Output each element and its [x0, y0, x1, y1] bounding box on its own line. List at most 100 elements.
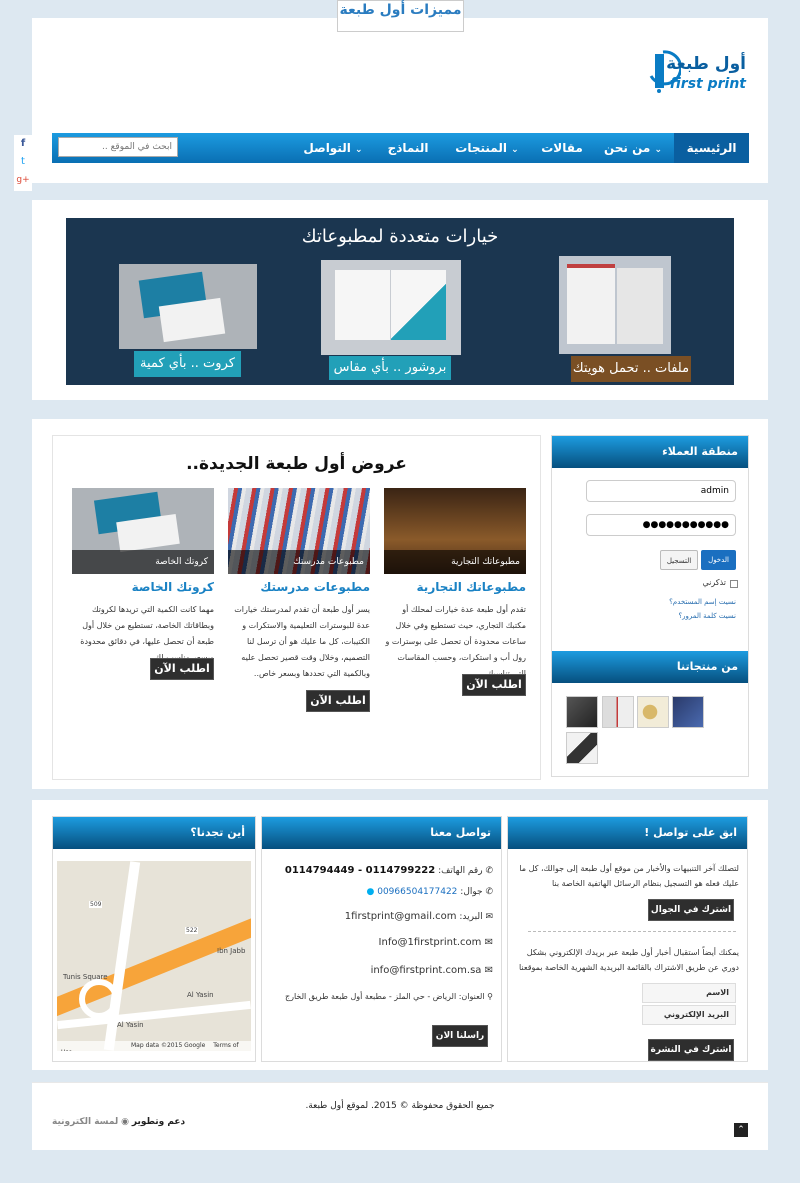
offer-card-school: مطبوعات مدرستك مطبوعات مدرستك يسر أول طب…	[228, 488, 370, 712]
phone-value: 0114799222 - 0114794449	[284, 865, 436, 876]
email-field[interactable]: البريد الإلكتروني	[642, 1005, 736, 1025]
location-title: أين تجدنا؟	[53, 817, 255, 849]
nav-item-about[interactable]: من نحن ⌄	[592, 133, 674, 163]
facebook-icon[interactable]: f	[14, 135, 32, 153]
offers-panel: عروض أول طبعة الجديدة.. مطبوعاتك التجاري…	[52, 435, 541, 780]
forgot-password-link[interactable]: نسيت كلمة المرور؟	[678, 612, 736, 620]
copyright: جميع الحقوق محفوظة © 2015. لموقع أول طبع…	[305, 1101, 495, 1111]
product-thumb[interactable]	[566, 696, 598, 728]
offer-image-cards[interactable]: كروتك الخاصة	[72, 488, 214, 574]
location-pin-icon: ⚲	[487, 992, 493, 1001]
subscribe-newsletter-button[interactable]: اشترك في النشرة	[648, 1039, 734, 1061]
widgets-box: ابق على تواصل ! لتصلك آخر التنبيهات والأ…	[32, 800, 768, 1070]
product-thumb[interactable]	[566, 732, 598, 764]
order-now-button[interactable]: اطلب الآن	[150, 658, 214, 680]
main-box: عروض أول طبعة الجديدة.. مطبوعاتك التجاري…	[32, 419, 768, 789]
email-row-2: ✉ Info@1firstprint.com	[378, 937, 493, 948]
scroll-top-button[interactable]: ⌃	[734, 1123, 748, 1137]
subscribe-text-1: لتصلك آخر التنبيهات والأخبار من موقع أول…	[519, 864, 739, 888]
offer-image-label: مطبوعاتك التجارية	[384, 550, 526, 574]
register-button[interactable]: التسجيل	[660, 550, 698, 570]
offer-title-cards[interactable]: كروتك الخاصة	[72, 580, 214, 594]
business-cards-image	[119, 264, 257, 349]
products-title: من منتجاتنا	[552, 651, 748, 683]
twitter-icon[interactable]: t	[14, 153, 32, 171]
offer-text-commercial: تقدم أول طبعة عدة خيارات لمحلك أو مكتبك …	[385, 605, 527, 678]
mail-icon: ✉	[485, 912, 493, 922]
main-nav: الرئيسية من نحن ⌄ مقالات المنتجات ⌄ النم…	[52, 133, 749, 163]
product-thumb[interactable]	[602, 696, 634, 728]
brochure-image	[321, 260, 461, 355]
offer-image-label: مطبوعات مدرستك	[228, 550, 370, 574]
offer-image-commercial[interactable]: مطبوعاتك التجارية	[384, 488, 526, 574]
chevron-down-icon: ⌄	[355, 145, 363, 155]
offer-text-school: يسر أول طبعة أن تقدم لمدرستك خيارات عدة …	[234, 605, 370, 678]
offers-title: عروض أول طبعة الجديدة..	[186, 454, 407, 474]
location-panel: أين تجدنا؟ Tunis Square Ibn Jabb Al Yasi…	[52, 816, 256, 1062]
chevron-down-icon: ⌄	[654, 145, 663, 155]
remember-label: تذكرني	[702, 578, 726, 587]
chevron-down-icon: ⌄	[511, 145, 519, 155]
subscribe-title: ابق على تواصل !	[508, 817, 747, 849]
skype-icon: ●	[366, 887, 375, 897]
phone-icon: ✆	[485, 866, 493, 876]
nav-item-home[interactable]: الرئيسية	[674, 133, 749, 163]
banner-title: خيارات متعددة لمطبوعاتك	[301, 226, 499, 247]
banner-slider[interactable]: خيارات متعددة لمطبوعاتك ملفات .. تحمل هو…	[66, 218, 734, 385]
phone-row: ✆ رقم الهاتف: 0114799222 - 0114794449	[284, 865, 493, 876]
login-panel: منطقة العملاء الدخول التسجيل تذكرني نسيت…	[551, 435, 749, 777]
send-message-button[interactable]: راسلنا الان	[432, 1025, 488, 1047]
login-button[interactable]: الدخول	[701, 550, 736, 570]
caption-cards: كروت .. بأي كمية	[134, 351, 241, 377]
username-field[interactable]	[586, 480, 736, 502]
support-credit[interactable]: دعم وتطوير ◉ لمسة الكترونية	[52, 1117, 185, 1127]
name-field[interactable]: الاسم	[642, 983, 736, 1003]
google-plus-icon[interactable]: g+	[14, 171, 32, 189]
remember-checkbox[interactable]	[730, 580, 738, 588]
subscribe-text-2: يمكنك أيضاً استقبال أخبار أول طبعة عبر ب…	[518, 948, 739, 972]
nav-item-contact[interactable]: التواصل ⌄	[292, 133, 374, 163]
address-row: ⚲ العنوان: الرياض - حي الملز - مطبعة أول…	[284, 992, 493, 1001]
brand-logo-icon: ◉	[121, 1117, 129, 1127]
nav-item-articles[interactable]: مقالات	[532, 133, 592, 163]
social-bar: f t g+	[14, 135, 32, 191]
banner-box: خيارات متعددة لمطبوعاتك ملفات .. تحمل هو…	[32, 200, 768, 400]
mobile-value[interactable]: 00966504177422	[377, 887, 457, 897]
footer: جميع الحقوق محفوظة © 2015. لموقع أول طبع…	[32, 1082, 768, 1150]
order-now-button[interactable]: اطلب الآن	[306, 690, 370, 712]
contact-title: تواصل معنا	[262, 817, 501, 849]
password-field[interactable]	[586, 514, 736, 536]
offer-image-school[interactable]: مطبوعات مدرستك	[228, 488, 370, 574]
caption-brochure: بروشور .. بأي مقاس	[329, 356, 451, 380]
product-thumb[interactable]	[637, 696, 669, 728]
offer-image-label: كروتك الخاصة	[72, 550, 214, 574]
offer-card-cards: كروتك الخاصة كروتك الخاصة مهما كانت الكم…	[72, 488, 214, 700]
logo[interactable]: أول طبعة first print	[643, 46, 748, 106]
mail-icon: ✉	[484, 937, 493, 948]
map-footer: Map data ©2015 Google Terms of Use	[57, 1041, 251, 1051]
logo-text-en: first print	[669, 76, 746, 92]
folder-image	[559, 256, 671, 354]
offer-text-cards: مهما كانت الكمية التي تريدها لكروتك وبطا…	[80, 605, 214, 662]
header-box: أول طبعة first print الرئيسية من نحن ⌄ م…	[32, 18, 768, 183]
forgot-username-link[interactable]: نسيت إسم المستخدم؟	[669, 598, 736, 606]
offer-card-commercial: مطبوعاتك التجارية مطبوعاتك التجارية تقدم…	[384, 488, 526, 700]
mobile-row: ✆ جوال: 00966504177422 ●	[366, 887, 494, 897]
phone-icon: ✆	[485, 887, 493, 897]
offer-title-commercial[interactable]: مطبوعاتك التجارية	[384, 580, 526, 594]
login-title: منطقة العملاء	[552, 436, 748, 468]
product-thumb[interactable]	[672, 696, 704, 728]
subscribe-mobile-button[interactable]: اشترك في الجوال	[648, 899, 734, 921]
nav-item-products[interactable]: المنتجات ⌄	[442, 133, 532, 163]
nav-item-forms[interactable]: النماذج	[374, 133, 442, 163]
caption-folders: ملفات .. تحمل هويتك	[571, 356, 691, 382]
offer-title-school[interactable]: مطبوعات مدرستك	[228, 580, 370, 594]
email-row-1: ✉ البريد: 1firstprint@gmail.com	[344, 911, 493, 922]
map[interactable]: Tunis Square Ibn Jabb Al Yasin Al Yasin …	[57, 861, 251, 1051]
logo-text-ar: أول طبعة	[666, 54, 746, 74]
email-row-3: ✉ info@firstprint.com.sa	[370, 965, 493, 976]
order-now-button[interactable]: اطلب الآن	[462, 674, 526, 696]
search-input[interactable]	[58, 137, 178, 157]
mail-icon: ✉	[484, 965, 493, 976]
top-tab[interactable]: مميزات أول طبعة	[337, 0, 464, 32]
